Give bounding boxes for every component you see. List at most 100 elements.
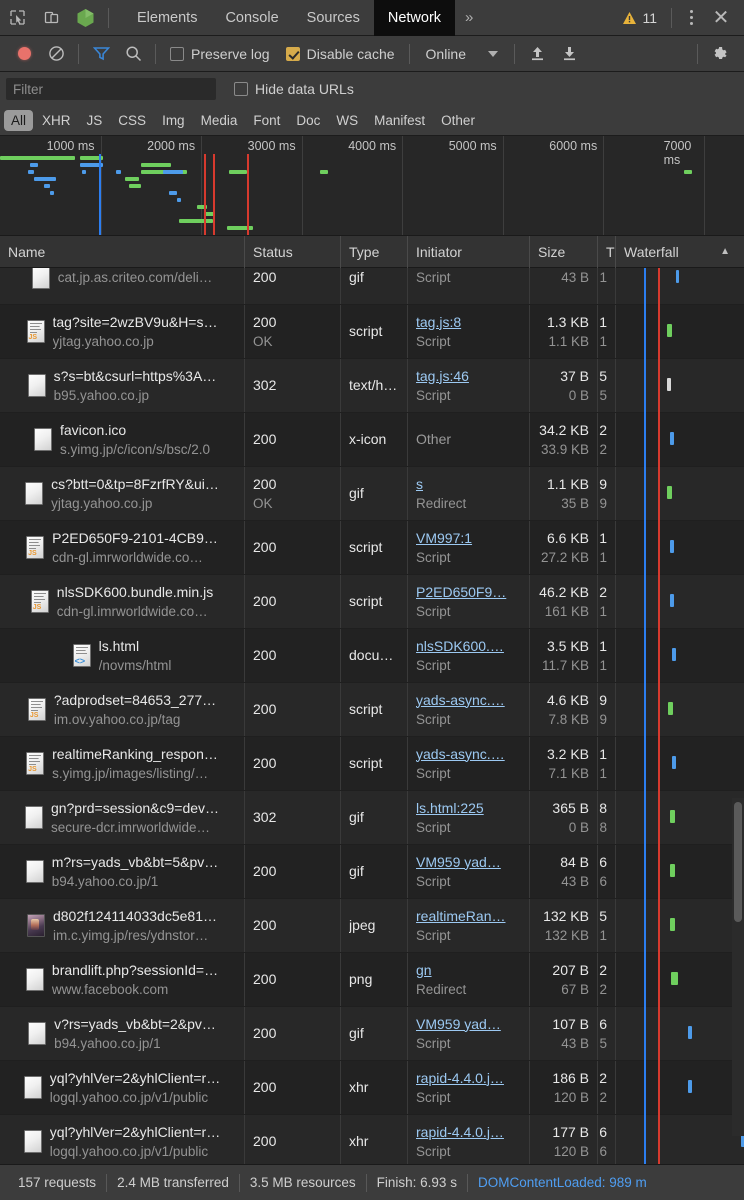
- filter-input[interactable]: [6, 78, 216, 100]
- initiator-cell[interactable]: tag.js:8 Script: [408, 305, 530, 358]
- table-row[interactable]: yql?yhlVer=2&yhlClient=r… logql.yahoo.co.…: [0, 1115, 744, 1164]
- column-header-status[interactable]: Status: [245, 235, 341, 268]
- table-row[interactable]: v?rs=yads_vb&bt=2&pv… b94.yahoo.co.jp/1 20…: [0, 1007, 744, 1061]
- request-name-cell[interactable]: gn?prd=session&c9=dev… secure-dcr.imrworl…: [0, 791, 245, 844]
- initiator-cell[interactable]: Other: [408, 413, 530, 466]
- throttling-select[interactable]: Online: [416, 46, 508, 62]
- network-requests-table[interactable]: cat.jp.as.criteo.com/deli… 200 gif Script 43…: [0, 268, 744, 1164]
- chip-img[interactable]: Img: [155, 110, 192, 131]
- table-row[interactable]: favicon.ico s.yimg.jp/c/icon/s/bsc/2.0 200…: [0, 413, 744, 467]
- table-row[interactable]: yql?yhlVer=2&yhlClient=r… logql.yahoo.co.…: [0, 1061, 744, 1115]
- chip-js[interactable]: JS: [80, 110, 110, 131]
- initiator-cell[interactable]: ls.html:225 Script: [408, 791, 530, 844]
- waterfall-cell[interactable]: [616, 791, 744, 844]
- request-name-cell[interactable]: favicon.ico s.yimg.jp/c/icon/s/bsc/2.0: [0, 413, 245, 466]
- warning-indicator[interactable]: 11: [614, 10, 665, 26]
- waterfall-cell[interactable]: [616, 1115, 744, 1164]
- close-icon[interactable]: ✕: [704, 0, 738, 36]
- initiator-cell[interactable]: yads-async.… Script: [408, 737, 530, 790]
- initiator-cell-primary[interactable]: s: [416, 475, 521, 494]
- initiator-cell-primary[interactable]: VM997:1: [416, 529, 521, 548]
- initiator-cell[interactable]: gn Redirect: [408, 953, 530, 1006]
- export-har-icon[interactable]: [553, 36, 585, 72]
- initiator-cell[interactable]: nlsSDK600.… Script: [408, 629, 530, 682]
- waterfall-cell[interactable]: [616, 521, 744, 574]
- request-name-cell[interactable]: tag?site=2wzBV9u&H=s… yjtag.yahoo.co.jp: [0, 305, 245, 358]
- waterfall-cell[interactable]: [616, 899, 744, 952]
- waterfall-cell[interactable]: [616, 629, 744, 682]
- table-row[interactable]: cs?btt=0&tp=8FzrfRY&ui… yjtag.yahoo.co.jp…: [0, 467, 744, 521]
- filter-funnel-icon[interactable]: [85, 36, 117, 72]
- hide-data-urls-checkbox[interactable]: Hide data URLs: [226, 81, 362, 97]
- table-row[interactable]: gn?prd=session&c9=dev… secure-dcr.imrworl…: [0, 791, 744, 845]
- request-name-cell[interactable]: P2ED650F9-2101-4CB9… cdn-gl.imrworldwide.…: [0, 521, 245, 574]
- column-header-size[interactable]: Size: [530, 235, 598, 268]
- main-menu-icon[interactable]: [678, 0, 704, 36]
- waterfall-cell[interactable]: [616, 845, 744, 898]
- initiator-cell[interactable]: VM997:1 Script: [408, 521, 530, 574]
- initiator-cell[interactable]: P2ED650F9… Script: [408, 575, 530, 628]
- initiator-cell[interactable]: s Redirect: [408, 467, 530, 520]
- waterfall-cell[interactable]: [616, 268, 744, 304]
- initiator-cell[interactable]: VM959 yad… Script: [408, 1007, 530, 1060]
- column-header-name[interactable]: Name: [0, 235, 245, 268]
- waterfall-cell[interactable]: [616, 737, 744, 790]
- chip-media[interactable]: Media: [194, 110, 245, 131]
- request-name-cell[interactable]: nlsSDK600.bundle.min.js cdn-gl.imrworldwi…: [0, 575, 245, 628]
- request-name-cell[interactable]: ls.html/novms/html: [0, 629, 245, 682]
- device-toolbar-icon[interactable]: [34, 0, 68, 36]
- waterfall-cell[interactable]: [616, 1007, 744, 1060]
- request-name-cell[interactable]: brandlift.php?sessionId=… www.facebook.co…: [0, 953, 245, 1006]
- initiator-cell-primary[interactable]: VM959 yad…: [416, 1015, 521, 1034]
- waterfall-cell[interactable]: [616, 575, 744, 628]
- waterfall-cell[interactable]: [616, 953, 744, 1006]
- preserve-log-checkbox[interactable]: Preserve log: [162, 46, 278, 62]
- node-hexagon-icon[interactable]: [68, 0, 102, 36]
- chip-doc[interactable]: Doc: [289, 110, 327, 131]
- request-name-cell[interactable]: m?rs=yads_vb&bt=5&pv… b94.yahoo.co.jp/1: [0, 845, 245, 898]
- initiator-cell-primary[interactable]: rapid-4.4.0.j…: [416, 1069, 521, 1088]
- waterfall-cell[interactable]: [616, 305, 744, 358]
- chip-css[interactable]: CSS: [111, 110, 153, 131]
- waterfall-scrollbar[interactable]: [732, 798, 744, 1136]
- column-header-type[interactable]: Type: [341, 235, 408, 268]
- tab-elements[interactable]: Elements: [123, 0, 211, 36]
- chip-other[interactable]: Other: [434, 110, 482, 131]
- settings-gear-icon[interactable]: [704, 36, 736, 72]
- disable-cache-checkbox[interactable]: Disable cache: [278, 46, 403, 62]
- request-name-cell[interactable]: d802f124114033dc5e81… im.c.yimg.jp/res/yd…: [0, 899, 245, 952]
- initiator-cell-primary[interactable]: tag.js:46: [416, 367, 521, 386]
- tab-console[interactable]: Console: [211, 0, 292, 36]
- initiator-cell-primary[interactable]: rapid-4.4.0.j…: [416, 1123, 521, 1142]
- table-row[interactable]: P2ED650F9-2101-4CB9… cdn-gl.imrworldwide.…: [0, 521, 744, 575]
- initiator-cell-primary[interactable]: P2ED650F9…: [416, 583, 521, 602]
- tab-sources[interactable]: Sources: [293, 0, 374, 36]
- chip-all[interactable]: All: [4, 110, 34, 131]
- import-har-icon[interactable]: [521, 36, 553, 72]
- table-row[interactable]: s?s=bt&csurl=https%3A… b95.yahoo.co.jp 302…: [0, 359, 744, 413]
- clear-button[interactable]: [40, 36, 72, 72]
- initiator-cell-primary[interactable]: ls.html:225: [416, 799, 521, 818]
- chip-manifest[interactable]: Manifest: [367, 110, 432, 131]
- table-row[interactable]: d802f124114033dc5e81… im.c.yimg.jp/res/yd…: [0, 899, 744, 953]
- waterfall-cell[interactable]: [616, 467, 744, 520]
- initiator-cell[interactable]: VM959 yad… Script: [408, 845, 530, 898]
- table-row[interactable]: nlsSDK600.bundle.min.js cdn-gl.imrworldwi…: [0, 575, 744, 629]
- initiator-cell-primary[interactable]: nlsSDK600.…: [416, 637, 521, 656]
- column-header-waterfall[interactable]: Waterfall ▲: [616, 236, 744, 268]
- search-icon[interactable]: [117, 36, 149, 72]
- request-name-cell[interactable]: yql?yhlVer=2&yhlClient=r… logql.yahoo.co.…: [0, 1115, 245, 1164]
- initiator-cell-primary[interactable]: yads-async.…: [416, 745, 521, 764]
- initiator-cell[interactable]: rapid-4.4.0.j… Script: [408, 1115, 530, 1164]
- waterfall-cell[interactable]: [616, 359, 744, 412]
- request-name-cell[interactable]: yql?yhlVer=2&yhlClient=r… logql.yahoo.co.…: [0, 1061, 245, 1114]
- scrollbar-thumb[interactable]: [734, 802, 742, 922]
- initiator-cell[interactable]: Script: [408, 268, 530, 304]
- request-name-cell[interactable]: cs?btt=0&tp=8FzrfRY&ui… yjtag.yahoo.co.jp: [0, 467, 245, 520]
- request-name-cell[interactable]: s?s=bt&csurl=https%3A… b95.yahoo.co.jp: [0, 359, 245, 412]
- table-row[interactable]: brandlift.php?sessionId=… www.facebook.co…: [0, 953, 744, 1007]
- request-name-cell[interactable]: realtimeRanking_respon… s.yimg.jp/images/…: [0, 737, 245, 790]
- initiator-cell-primary[interactable]: tag.js:8: [416, 313, 521, 332]
- initiator-cell-primary[interactable]: VM959 yad…: [416, 853, 521, 872]
- initiator-cell[interactable]: yads-async.… Script: [408, 683, 530, 736]
